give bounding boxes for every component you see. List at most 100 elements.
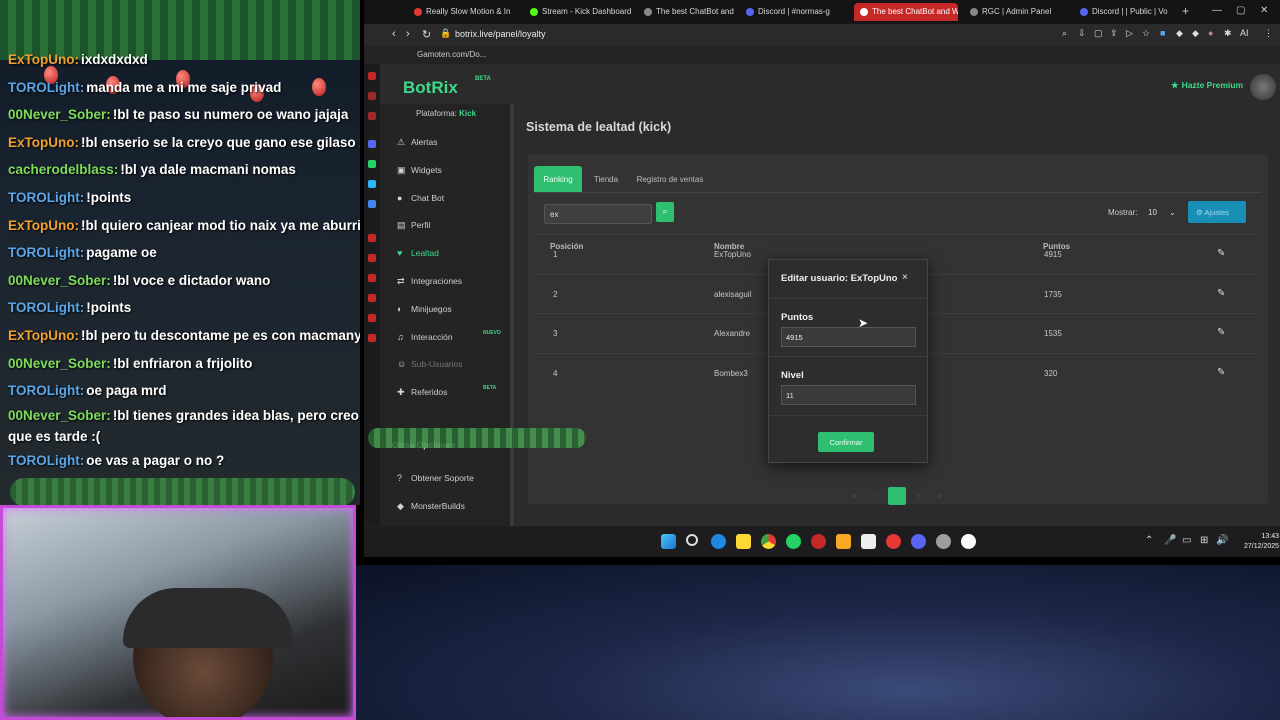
edit-icon[interactable]: ✎ xyxy=(1217,367,1225,378)
app-icon[interactable] xyxy=(368,254,376,262)
microphone-icon[interactable]: 🎤 xyxy=(1164,535,1176,546)
app-icon[interactable] xyxy=(368,200,376,208)
edit-icon[interactable]: ✎ xyxy=(1217,288,1225,299)
whatsapp-icon[interactable] xyxy=(786,534,801,549)
notes-icon[interactable] xyxy=(736,534,751,549)
tray-chevron-icon[interactable]: ⌃ xyxy=(1145,535,1153,546)
sidebar-item-integraciones[interactable]: ⇄ Integraciones xyxy=(397,271,507,291)
sidebar-item-sub-usuarios[interactable]: ☺ Sub-Usuarios xyxy=(397,354,507,374)
search-input[interactable]: ex xyxy=(544,204,652,224)
botrix-logo[interactable]: BotRix BETA xyxy=(403,76,491,98)
app-icon[interactable] xyxy=(368,234,376,242)
settings-icon[interactable] xyxy=(368,334,376,342)
bookmark-item[interactable]: Gamoten.com/Do... xyxy=(417,50,486,59)
level-field[interactable]: 11 xyxy=(781,385,916,405)
first-page-button[interactable]: « xyxy=(846,487,864,505)
network-icon[interactable]: ⊞ xyxy=(1200,535,1208,546)
next-page-button[interactable]: › xyxy=(910,487,928,505)
profile-icon[interactable]: ● xyxy=(1208,28,1218,38)
points-field[interactable]: 4915 xyxy=(781,327,916,347)
sidebar-item-chat-bot[interactable]: ● Chat Bot xyxy=(397,188,507,208)
extensions-icon[interactable]: ✱ xyxy=(1224,28,1234,38)
edit-icon[interactable]: ✎ xyxy=(1217,248,1225,259)
sidebar-item-referidos[interactable]: ✚ Referidos BETA xyxy=(397,382,507,402)
extension-icon[interactable]: ◆ xyxy=(1192,28,1202,38)
app-icon[interactable] xyxy=(368,314,376,322)
extension-icon[interactable]: ◆ xyxy=(1176,28,1186,38)
close-icon[interactable]: × xyxy=(902,272,908,283)
tab-search-icon[interactable]: ▢ xyxy=(1094,28,1104,38)
minimize-button[interactable]: — xyxy=(1212,5,1222,16)
sidebar-item-monsterbuilds[interactable]: ◆ MonsterBuilds xyxy=(397,496,507,516)
app-icon[interactable] xyxy=(368,72,376,80)
battery-icon[interactable]: ▭ xyxy=(1182,535,1191,546)
last-page-button[interactable]: » xyxy=(930,487,948,505)
tab-label: Discord | #normas-g xyxy=(758,7,830,16)
logo-text: BotRix xyxy=(403,78,458,97)
settings-button[interactable]: ⚙ Ajustes xyxy=(1188,201,1246,223)
reload-button[interactable]: ↻ xyxy=(422,28,431,41)
page-1-button[interactable]: 1 xyxy=(888,487,906,505)
sidebar-item-interacci-n[interactable]: ♫ Interacción NUEVO xyxy=(397,327,507,347)
sidebar-item-alertas[interactable]: ⚠ Alertas xyxy=(397,132,507,152)
url-field[interactable]: botrix.live/panel/loyalty xyxy=(455,29,546,39)
start-icon[interactable] xyxy=(661,534,676,549)
tab-registro-ventas[interactable]: Registro de ventas xyxy=(628,166,712,192)
app-icon[interactable] xyxy=(936,534,951,549)
menu-icon[interactable]: ⋮ xyxy=(1264,28,1274,38)
app-icon[interactable] xyxy=(368,92,376,100)
app-icon[interactable] xyxy=(368,180,376,188)
app-icon[interactable] xyxy=(961,534,976,549)
play-icon[interactable]: ▷ xyxy=(1126,28,1136,38)
browser-tab[interactable]: RGC | Admin Panel xyxy=(964,3,1064,21)
app-icon[interactable] xyxy=(368,274,376,282)
edge-icon[interactable] xyxy=(711,534,726,549)
sidebar-item-obtener-soporte[interactable]: ? Obtener Soporte xyxy=(397,468,507,488)
sidebar-item-label: Obtener Soporte xyxy=(411,473,474,483)
volume-icon[interactable]: 🔊 xyxy=(1216,535,1228,546)
app-icon[interactable] xyxy=(368,140,376,148)
edit-icon[interactable]: ✎ xyxy=(1217,327,1225,338)
back-button[interactable]: ‹ xyxy=(392,28,396,40)
browser-tab[interactable]: Discord | | Public | Vo xyxy=(1074,3,1174,21)
prev-page-button[interactable]: ‹ xyxy=(866,487,884,505)
chrome-icon[interactable] xyxy=(761,534,776,549)
browser-tab[interactable]: Discord | #normas-g xyxy=(740,3,848,21)
search-icon[interactable] xyxy=(686,534,698,546)
sidebar-item-minijuegos[interactable]: ◐ Minijuegos xyxy=(397,299,507,319)
browser-tab[interactable]: The best ChatBot and Wid xyxy=(854,3,958,21)
discord-icon[interactable] xyxy=(911,534,926,549)
search-button[interactable]: ⌕ xyxy=(656,202,674,222)
folder-icon[interactable] xyxy=(836,534,851,549)
app-icon[interactable] xyxy=(368,160,376,168)
close-window-button[interactable]: ✕ xyxy=(1260,5,1268,16)
new-tab-button[interactable]: + xyxy=(1182,4,1189,18)
page-size-select[interactable]: 10 ⌄ xyxy=(1142,202,1176,222)
browser-tab[interactable]: The best ChatBot and Wid xyxy=(638,3,734,21)
download-icon[interactable]: ⇩ xyxy=(1078,28,1088,38)
confirm-button[interactable]: Confirmar xyxy=(818,432,874,452)
sidebar-item-widgets[interactable]: ▣ Widgets xyxy=(397,160,507,180)
tab-tienda[interactable]: Tienda xyxy=(586,166,626,192)
browser-tab[interactable]: Really Slow Motion & In xyxy=(408,3,516,21)
extension-icon[interactable]: ■ xyxy=(1160,28,1170,38)
opera-icon[interactable] xyxy=(811,534,826,549)
user-avatar[interactable] xyxy=(1250,74,1276,100)
browser-tab[interactable]: Stream - Kick Dashboard xyxy=(524,3,632,21)
forward-button[interactable]: › xyxy=(406,28,410,40)
app-icon[interactable] xyxy=(368,112,376,120)
premium-link[interactable]: ★ Hazte Premium xyxy=(1171,80,1243,91)
store-icon[interactable] xyxy=(861,534,876,549)
sidebar-item-lealtad[interactable]: ♥ Lealtad xyxy=(397,243,507,263)
sidebar-scrollbar[interactable] xyxy=(510,104,514,526)
share-icon[interactable]: ⇪ xyxy=(1110,28,1120,38)
sidebar-item-perfil[interactable]: ▤ Perfil xyxy=(397,215,507,235)
bookmark-star-icon[interactable]: ☆ xyxy=(1142,28,1152,38)
clock[interactable]: 13:43 27/12/2025 xyxy=(1244,532,1279,552)
tab-ranking[interactable]: Ranking xyxy=(534,166,582,192)
maximize-button[interactable]: ▢ xyxy=(1236,5,1245,16)
ai-button[interactable]: AI xyxy=(1240,28,1254,38)
zoom-icon[interactable]: ⌕ xyxy=(1062,28,1072,38)
app-icon[interactable] xyxy=(886,534,901,549)
app-icon[interactable] xyxy=(368,294,376,302)
